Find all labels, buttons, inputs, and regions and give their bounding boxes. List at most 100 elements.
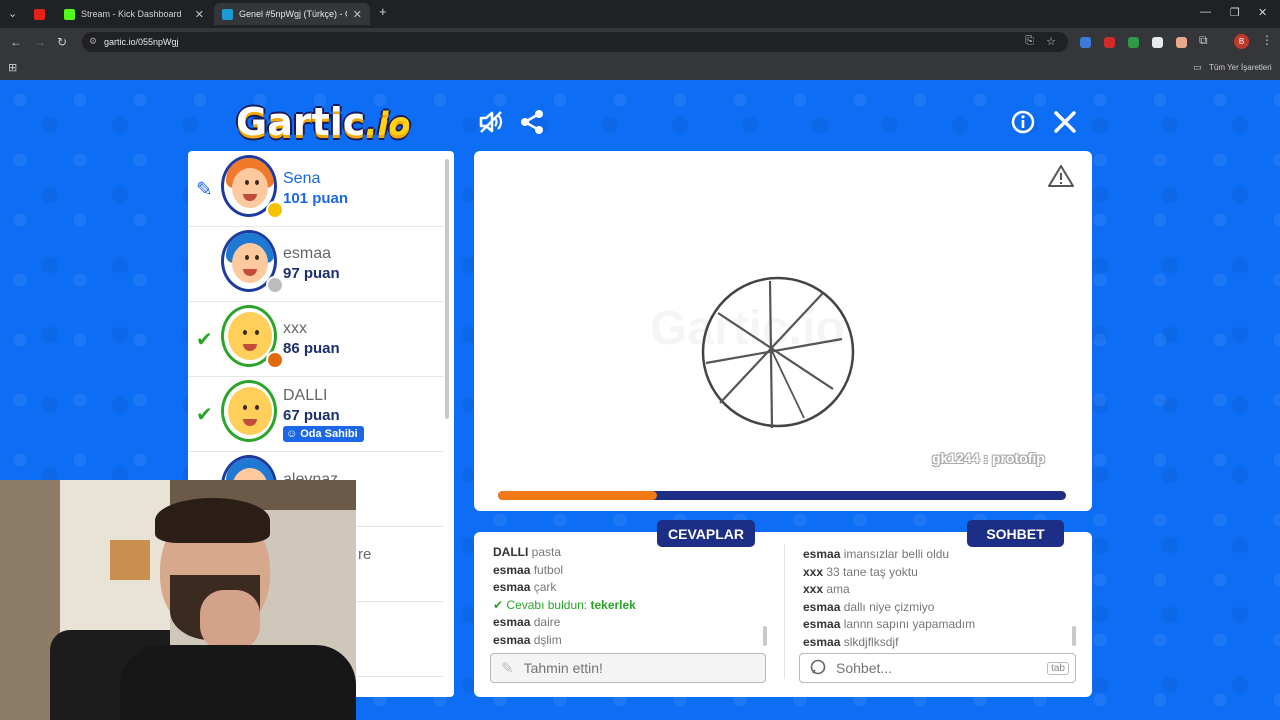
players-scrollbar[interactable]: [445, 159, 449, 419]
answers-scrollbar[interactable]: [763, 626, 767, 646]
player-score: 67 puan: [283, 407, 340, 424]
player-name: DALLI: [283, 387, 328, 404]
player-score: 97 puan: [283, 265, 340, 282]
tab-search-icon[interactable]: ⌄: [8, 7, 17, 20]
sound-off-icon[interactable]: [478, 109, 504, 140]
list-item: xxx 33 tane taş yoktu: [803, 564, 918, 579]
apps-grid-icon[interactable]: ⊞: [8, 61, 17, 74]
guess-input[interactable]: [521, 659, 765, 677]
smile-icon: ☺: [286, 428, 298, 440]
list-item: esmaa çark: [493, 580, 557, 594]
close-room-icon[interactable]: [1053, 110, 1077, 139]
drawing-wheel: [701, 276, 855, 429]
round-timer-bar: [498, 491, 1066, 500]
minimize-icon[interactable]: —: [1200, 6, 1211, 18]
player-name: Sena: [283, 170, 321, 187]
player-row[interactable]: esmaa 97 puan: [188, 226, 444, 302]
menu-kebab-icon[interactable]: ⋮: [1261, 33, 1273, 47]
list-item: esmaa lannn sapını yapamadım: [803, 617, 976, 631]
tab-title: Stream - Kick Dashboard: [81, 9, 182, 19]
extension-icon[interactable]: [1152, 37, 1163, 48]
pencil-icon: ✎: [501, 660, 514, 677]
all-bookmarks-link[interactable]: Tüm Yer İşaretleri: [1209, 63, 1272, 72]
browser-tab-bar: ⌄ Stream - Kick Dashboard ✕ Genel #5npWg…: [0, 0, 1280, 28]
chat-scrollbar[interactable]: [1072, 626, 1076, 646]
tab-gartic[interactable]: Genel #5npWgj (Türkçe) - Gartic ✕: [214, 3, 370, 25]
list-item: xxx ama: [803, 582, 850, 596]
player-row[interactable]: ✔ DALLI 67 puan ☺ Oda Sahibi: [188, 376, 444, 452]
check-icon: ✔: [493, 597, 504, 612]
folder-icon: ▭: [1193, 62, 1202, 72]
list-item: esmaa dallı niye çizmiyo: [803, 599, 935, 614]
extensions-puzzle-icon[interactable]: ⧉: [1199, 33, 1208, 48]
logo-suffix: .io: [365, 105, 411, 143]
forward-icon[interactable]: →: [34, 35, 46, 49]
info-icon[interactable]: [1011, 110, 1035, 139]
logo-text: Gartic: [236, 100, 366, 144]
avatar: [221, 380, 277, 442]
chat-input[interactable]: [834, 659, 1048, 677]
answers-chat-panel: DALLI pasta esmaa futbol esmaa çark ✔ Ce…: [474, 532, 1092, 697]
extension-icon[interactable]: [1176, 37, 1187, 48]
back-icon[interactable]: ←: [10, 35, 22, 49]
status-dot: [266, 351, 284, 369]
timer-fill: [498, 491, 658, 500]
check-icon: ✔: [196, 404, 213, 426]
pdf-extension-icon[interactable]: [1104, 37, 1115, 48]
badge-label: Oda Sahibi: [300, 428, 358, 440]
kick-icon: [64, 8, 75, 20]
streamer-webcam: [0, 480, 356, 720]
report-warning-icon[interactable]: [1048, 164, 1074, 193]
room-owner-badge: ☺ Oda Sahibi: [283, 426, 364, 442]
new-tab-icon[interactable]: +: [379, 4, 387, 19]
url-text: gartic.io/055npWgj: [104, 37, 179, 47]
list-item: esmaa slkdjflksdjf: [803, 634, 899, 649]
player-score: 101 puan: [283, 190, 349, 207]
restore-icon[interactable]: ❐: [1230, 6, 1240, 19]
player-row[interactable]: ✔ xxx 86 puan: [188, 301, 444, 377]
bookmarks-bar: ⊞ ▭ Tüm Yer İşaretleri: [0, 56, 1280, 81]
pencil-icon: ✎: [196, 179, 213, 201]
player-row[interactable]: ✎ Sena 101 puan: [188, 151, 444, 227]
close-tab-icon[interactable]: ✕: [195, 8, 204, 21]
list-item: esmaa futbol: [493, 562, 564, 577]
tab-key-hint: tab: [1047, 661, 1069, 675]
tab-title: Genel #5npWgj (Türkçe) - Gartic: [239, 9, 347, 19]
guess-input-box[interactable]: ✎: [490, 653, 766, 683]
chat-input-box[interactable]: tab: [799, 653, 1076, 683]
drawer-credit: gk1244 : protofip: [932, 450, 1045, 466]
address-bar[interactable]: ⚙ gartic.io/055npWgj ⎘ ☆: [82, 32, 1068, 52]
drawing-canvas[interactable]: Gartic.io gk1244 : protofip: [474, 151, 1092, 511]
gartic-icon: [222, 8, 233, 20]
chat-bubble-icon: [810, 659, 826, 678]
install-app-icon[interactable]: ⎘: [1025, 35, 1034, 48]
chat-list: esmaa imansızlar belli oldu xxx 33 tane …: [803, 546, 1078, 664]
player-score: 86 puan: [283, 340, 340, 357]
list-item: esmaa dşlim: [493, 632, 562, 647]
close-tab-icon[interactable]: ✕: [353, 8, 362, 21]
status-dot: [266, 276, 284, 294]
correct-answer-item: ✔ Cevabı buldun: tekerlek: [493, 597, 636, 612]
extension-icon[interactable]: [1128, 37, 1139, 48]
player-name: esmaa: [283, 245, 332, 262]
player-name: xxx: [283, 320, 307, 337]
check-icon: ✔: [196, 329, 213, 351]
tab-youtube[interactable]: [26, 3, 54, 25]
reload-icon[interactable]: ↻: [57, 35, 67, 49]
bookmark-star-icon[interactable]: ☆: [1046, 35, 1056, 48]
tab-chat[interactable]: SOHBET: [967, 520, 1064, 547]
extension-icon[interactable]: [1080, 37, 1091, 48]
tab-answers[interactable]: CEVAPLAR: [657, 520, 755, 547]
answers-list: DALLI pasta esmaa futbol esmaa çark ✔ Ce…: [493, 544, 773, 662]
close-window-icon[interactable]: ✕: [1258, 6, 1267, 19]
youtube-icon: [34, 8, 45, 20]
share-icon[interactable]: [520, 109, 544, 140]
tab-kick-dashboard[interactable]: Stream - Kick Dashboard ✕: [56, 3, 212, 25]
profile-avatar[interactable]: B: [1234, 34, 1249, 49]
player-name-fragment: re: [358, 546, 372, 563]
list-item: esmaa imansızlar belli oldu: [803, 547, 950, 561]
status-dot: [266, 201, 284, 219]
site-info-icon[interactable]: ⚙: [89, 36, 97, 47]
panel-divider: [784, 544, 785, 679]
browser-toolbar: ← → ↻ ⚙ gartic.io/055npWgj ⎘ ☆ ⧉ B ⋮: [0, 28, 1280, 56]
